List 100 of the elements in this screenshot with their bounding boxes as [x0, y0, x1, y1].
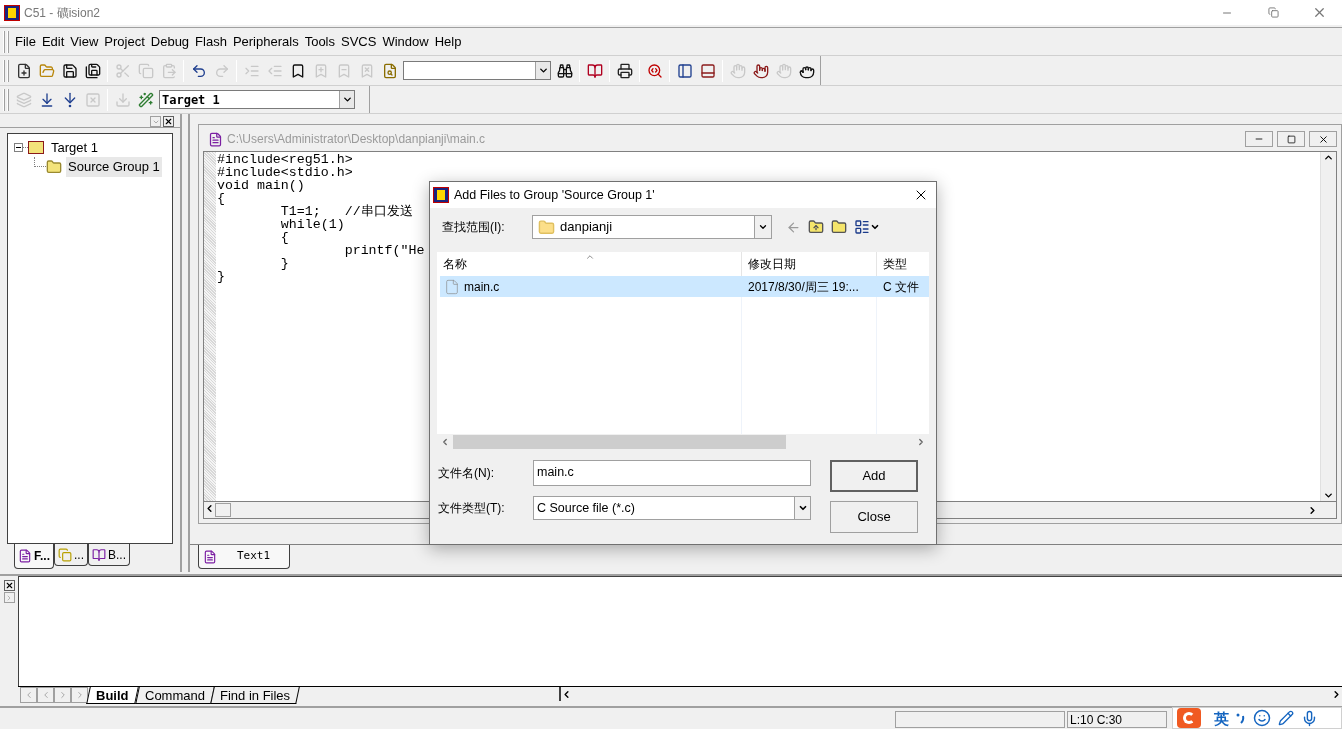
find-combo[interactable] [403, 61, 551, 80]
up-folder-icon[interactable] [808, 219, 824, 235]
caret-icon [870, 222, 880, 232]
copy-icon [137, 62, 154, 79]
microphone-icon[interactable] [1301, 709, 1318, 727]
tab-nav-button[interactable] [20, 687, 37, 703]
book-icon [586, 62, 603, 79]
expander-icon[interactable] [14, 143, 23, 152]
column-header[interactable]: 类型 [877, 252, 929, 276]
file-date: 2017/8/30/周三 19:... [747, 278, 860, 296]
tree-item[interactable]: Target 1 [49, 137, 100, 158]
printer-icon [616, 62, 633, 79]
scroll-right-icon [916, 437, 926, 447]
cursor-position: L:10 C:30 [1067, 711, 1167, 728]
caret-icon [341, 94, 353, 105]
close-button[interactable] [163, 116, 174, 127]
window-icon [676, 62, 693, 79]
output-tab[interactable]: Find in Files [210, 687, 301, 704]
wand-icon [137, 91, 154, 108]
menu-item[interactable]: Peripherals [229, 31, 302, 52]
horizontal-scrollbar[interactable] [558, 687, 1342, 701]
menu-item[interactable]: Flash [192, 31, 230, 52]
maximize-icon [1286, 134, 1296, 144]
caret-icon [537, 65, 549, 76]
app-icon [433, 187, 449, 203]
document-tab[interactable]: Text1 [198, 545, 290, 569]
menu-item[interactable]: Tools [301, 31, 338, 52]
code-line: while(1) [279, 218, 345, 231]
file-row[interactable]: main.c 2017/8/30/周三 19:... C 文件 [440, 276, 929, 297]
view-menu-button[interactable] [854, 219, 880, 235]
scroll-left-icon [440, 437, 450, 447]
file-type-select[interactable]: C Source file (*.c) [533, 496, 811, 520]
document-icon [203, 549, 217, 564]
save-icon [61, 62, 78, 79]
emoji-icon[interactable] [1253, 709, 1271, 727]
menu-item[interactable]: File [12, 31, 39, 52]
code-line: void main() [217, 179, 305, 192]
output-tab[interactable]: Command [134, 687, 215, 704]
redo-icon [213, 62, 230, 79]
new-file-icon [15, 62, 32, 79]
download-icon [114, 91, 131, 108]
file-name-field[interactable]: main.c [533, 460, 811, 486]
dialog-button[interactable]: Close [830, 501, 918, 533]
folder-icon [46, 159, 62, 175]
input-mode[interactable]: 英 [1214, 710, 1229, 726]
code-line: #include<stdio.h> [217, 166, 353, 179]
tab-nav-button[interactable] [37, 687, 54, 703]
panel-tab[interactable]: ... [54, 544, 89, 566]
close-button[interactable] [3, 580, 15, 591]
code-line: #include<reg51.h> [217, 153, 353, 166]
scroll-right-icon [1307, 504, 1318, 516]
caret-icon [758, 222, 768, 232]
hand-icon [729, 62, 746, 79]
file-name-label: 文件名(N): [438, 465, 495, 482]
panel-tab[interactable]: B... [88, 544, 131, 566]
scroll-left-icon [204, 503, 215, 514]
paste-icon [160, 62, 177, 79]
save-all-icon [84, 62, 101, 79]
dialog-button[interactable]: Add [830, 460, 918, 492]
menu-item[interactable]: View [67, 31, 102, 52]
code-line: T1=1; //串口发送 [279, 205, 413, 218]
stop-icon [84, 91, 101, 108]
tree-item[interactable]: Source Group 1 [66, 157, 162, 177]
look-in-select[interactable]: danpianji [532, 215, 772, 239]
app-icon [4, 4, 20, 21]
new-folder-icon[interactable] [831, 219, 847, 235]
menu-item[interactable]: Edit [38, 31, 68, 52]
back-icon[interactable] [786, 219, 801, 235]
menu-item[interactable]: Project [101, 31, 148, 52]
restore-button[interactable] [1277, 131, 1305, 147]
scroll-right-icon [1331, 688, 1342, 700]
window-title: C51 - 礦ision2 [24, 4, 101, 22]
pen-icon[interactable] [1278, 710, 1294, 726]
punctuation-icon[interactable] [1236, 712, 1246, 724]
target-select[interactable]: Target 1 [159, 90, 355, 109]
hand-icon [752, 62, 769, 79]
cut-icon [114, 62, 131, 79]
close-icon [4, 581, 14, 590]
tab-label: F... [34, 548, 50, 565]
tab-nav-button[interactable] [54, 687, 71, 703]
file-type: C 文件 [882, 278, 919, 296]
scroll-down-icon [1323, 490, 1334, 501]
look-in-label: 查找范围(I): [442, 219, 506, 236]
magnifier-icon [646, 62, 663, 79]
tab-label: ... [74, 546, 85, 564]
minimize-button[interactable] [1245, 131, 1273, 147]
vertical-scrollbar[interactable] [1320, 152, 1336, 501]
undo-icon [190, 62, 207, 79]
menu-item[interactable]: SVCS [338, 31, 380, 52]
menu-item[interactable]: Debug [147, 31, 193, 52]
file-type-label: 文件类型(T): [438, 500, 506, 517]
book-icon [92, 547, 107, 562]
file-icon [444, 278, 460, 295]
panel-tab[interactable]: F... [14, 544, 54, 569]
open-folder-icon [38, 62, 55, 79]
output-tab[interactable]: Build [86, 687, 139, 704]
tab-nav-button[interactable] [71, 687, 88, 703]
menu-item[interactable]: Window [379, 31, 432, 52]
find-in-files-icon [381, 62, 398, 79]
menu-item[interactable]: Help [431, 31, 465, 52]
